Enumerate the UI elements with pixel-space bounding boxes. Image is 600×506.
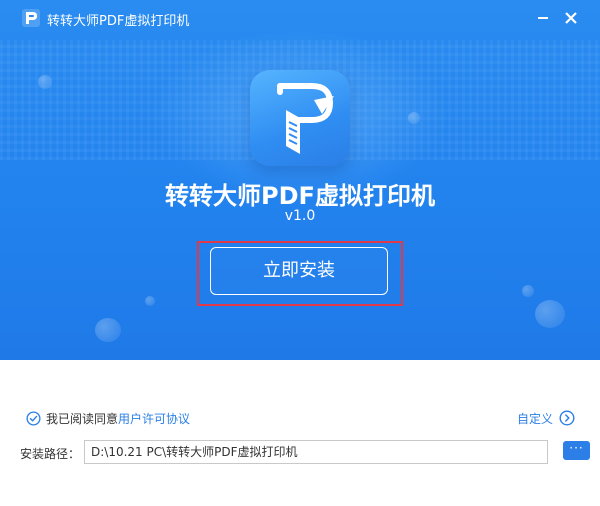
- hero-banner: 转转大师PDF虚拟打印机 转转大师PDF虚拟打印机 v1.0 立即安装: [0, 0, 600, 360]
- agreement-row: 我已阅读同意 用户许可协议: [26, 409, 190, 427]
- chevron-right-circle-icon: [559, 410, 575, 426]
- custom-install-link[interactable]: 自定义: [517, 409, 575, 427]
- bubble-decoration: [522, 285, 534, 297]
- install-path-label: 安装路径：: [20, 447, 81, 461]
- minimize-button[interactable]: [531, 6, 555, 30]
- license-agreement-link[interactable]: 用户许可协议: [118, 410, 190, 427]
- bubble-decoration: [38, 75, 52, 89]
- bubble-decoration: [145, 296, 155, 306]
- app-logo-icon: [22, 9, 40, 27]
- pdf-printer-logo-icon: [277, 83, 334, 154]
- bubble-decoration: [408, 112, 420, 124]
- browse-folder-button[interactable]: ···: [563, 441, 590, 460]
- install-now-button[interactable]: 立即安装: [210, 247, 388, 295]
- minimize-icon: [538, 17, 548, 19]
- close-button[interactable]: [559, 6, 583, 30]
- close-icon: [565, 12, 577, 24]
- install-path-input[interactable]: D:\10.21 PC\转转大师PDF虚拟打印机: [84, 440, 548, 464]
- custom-label: 自定义: [517, 411, 554, 426]
- agreement-text: 我已阅读同意: [46, 411, 119, 426]
- check-circle-icon[interactable]: [26, 410, 41, 426]
- title-bar: 转转大师PDF虚拟打印机: [0, 0, 600, 36]
- version-label: v1.0: [284, 208, 316, 224]
- browse-dots-label: ···: [569, 440, 584, 455]
- product-name: 转转大师PDF虚拟打印机: [165, 182, 435, 210]
- product-logo: [250, 70, 350, 166]
- window-title: 转转大师PDF虚拟打印机: [47, 14, 190, 29]
- bubble-decoration: [95, 318, 121, 342]
- bubble-decoration: [535, 300, 565, 328]
